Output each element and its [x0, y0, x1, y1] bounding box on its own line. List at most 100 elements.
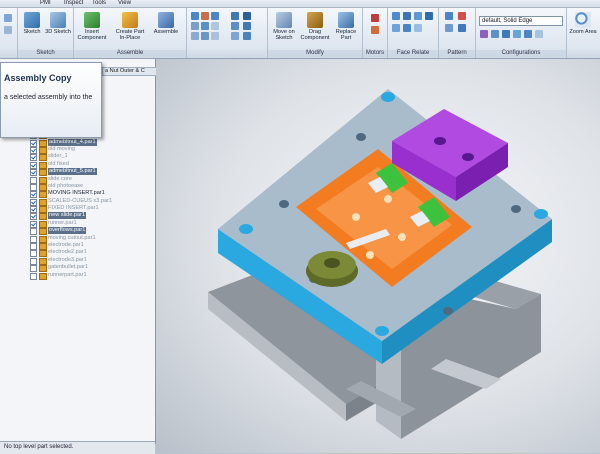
graphics-viewport[interactable] [156, 59, 600, 453]
menu-tools[interactable]: Tools [92, 0, 106, 7]
tree-item[interactable]: MOVING INSERT.par1 [30, 190, 155, 199]
status-bar: No top level part selected. [0, 441, 155, 454]
ribbon-group-leftcut [0, 8, 18, 58]
tree-item-checkbox[interactable] [30, 272, 37, 280]
menu-view[interactable]: View [118, 0, 131, 7]
configuration-combo[interactable]: default, Solid Edge [479, 16, 563, 26]
motor-icon[interactable] [371, 14, 379, 22]
plate-pocket-5 [443, 307, 453, 315]
pattern-icon-4[interactable] [458, 24, 466, 32]
sketch-button[interactable]: Sketch [20, 12, 44, 35]
tree-item[interactable]: SCALED-CUEUS x3.par1 [30, 197, 155, 206]
constraint-icon-2[interactable] [201, 12, 209, 20]
relate-icon-1[interactable] [231, 12, 239, 20]
tree-item-label: runnerpart.par1 [48, 271, 87, 278]
constraint-icon-4[interactable] [191, 22, 199, 30]
plate-hole-2 [381, 92, 395, 102]
ribbon-group-face-relate: Face Relate [388, 8, 439, 58]
face-relate-icon-1[interactable] [392, 12, 400, 20]
tree-item[interactable]: admebltnut_4.par1 [30, 138, 155, 147]
pattern-icon-1[interactable] [445, 12, 453, 20]
tree-item[interactable]: electrode.par1 [30, 242, 155, 251]
constraint-icon-8[interactable] [201, 32, 209, 40]
menu-pmi[interactable]: PMI [40, 0, 51, 7]
tree-item[interactable]: old moving [30, 146, 155, 154]
document-tab[interactable]: a Nut Outer & C [102, 67, 159, 76]
face-relate-icon-3[interactable] [414, 12, 422, 20]
replace-part-button[interactable]: Replace Part [332, 12, 360, 41]
tree-item[interactable]: FIXED INSERT.par1 [30, 205, 155, 214]
drag-component-icon [307, 12, 323, 28]
move-on-sketch-button[interactable]: Move on Sketch [270, 12, 298, 41]
constraint-icon-5[interactable] [201, 22, 209, 30]
ribbon-group-zoom: Zoom Area [567, 8, 600, 58]
pattern-icon-3[interactable] [445, 24, 453, 32]
select-icon[interactable] [4, 14, 12, 22]
face-relate-icon-2[interactable] [403, 12, 411, 20]
3d-sketch-button[interactable]: 3D Sketch [45, 12, 71, 35]
plate-pocket-3 [356, 133, 366, 141]
tree-item[interactable]: electrode3.par1 [30, 256, 155, 265]
tree-item[interactable]: old photoease [30, 183, 155, 191]
tree-item-label: new slide.par1 [48, 212, 87, 220]
clamp-hole-1 [434, 137, 446, 145]
constraint-icon-1[interactable] [191, 12, 199, 20]
face-relate-icon-4[interactable] [425, 12, 433, 20]
zoom-area-button[interactable]: Zoom Area [569, 12, 597, 35]
tree-item[interactable]: slide core [30, 176, 155, 184]
tooltip-title: Assembly Copy [4, 73, 72, 83]
relate-icon-3[interactable] [231, 22, 239, 30]
config-icon-2[interactable] [491, 30, 499, 38]
menu-inspect[interactable]: Inspect [64, 0, 83, 7]
replace-part-icon [338, 12, 354, 28]
drag-component-label: Drag Component [300, 29, 330, 41]
face-relate-icon-5[interactable] [392, 24, 400, 32]
tree-item[interactable]: new slide.par1 [30, 212, 155, 221]
plane-icon[interactable] [4, 26, 12, 34]
relate-icon-2[interactable] [243, 12, 251, 20]
relate-icon-6[interactable] [243, 32, 251, 40]
tree-item[interactable]: gatenbullet.par1 [30, 264, 155, 273]
configurations-group-label: Configurations [476, 50, 566, 57]
plate-hole-3 [534, 209, 548, 219]
config-icon-4[interactable] [513, 30, 521, 38]
config-icon-5[interactable] [524, 30, 532, 38]
tree-item[interactable]: slider_1 [30, 153, 155, 162]
tree-item[interactable]: moving cutout.par1 [30, 235, 155, 243]
face-relate-icon-6[interactable] [403, 24, 411, 32]
tree-item[interactable]: runnerpart.par1 [30, 271, 155, 280]
insert-component-label: Insert Component [77, 29, 107, 41]
cavity-pin-2 [384, 195, 392, 203]
constraint-icon-6[interactable] [211, 22, 219, 30]
tree-item[interactable]: runner.par1 [30, 220, 155, 228]
tree-item-label: SCALED-CUEUS x3.par1 [48, 197, 113, 204]
constraint-icon-9[interactable] [211, 32, 219, 40]
cavity-pin-1 [352, 213, 360, 221]
config-icon-1[interactable] [480, 30, 488, 38]
tree-item[interactable]: old fixed [30, 161, 155, 169]
assembly-copy-tooltip: Assembly Copy a selected assembly into t… [0, 62, 102, 138]
assemble-label: Assemble [153, 29, 179, 35]
constraint-icon-3[interactable] [211, 12, 219, 20]
config-icon-3[interactable] [502, 30, 510, 38]
tree-item[interactable]: electrode2.par1 [30, 249, 155, 258]
assemble-button[interactable]: Assemble [151, 12, 181, 35]
drag-component-button[interactable]: Drag Component [299, 12, 331, 41]
tree-item[interactable]: overflows.par1 [30, 227, 155, 236]
tree-item-label: electrode3.par1 [48, 256, 87, 263]
create-part-icon [122, 12, 138, 28]
pattern-icon-2[interactable] [458, 12, 466, 20]
motor-icon-2[interactable] [371, 26, 379, 34]
create-part-in-place-button[interactable]: Create Part In-Place [112, 12, 148, 41]
relate-icon-5[interactable] [231, 32, 239, 40]
tree-item[interactable]: admebltnut_5.par1 [30, 168, 155, 177]
constraint-icon-7[interactable] [191, 32, 199, 40]
config-icon-6[interactable] [535, 30, 543, 38]
mold-assembly-model[interactable] [156, 59, 600, 453]
plate-pocket-1 [279, 200, 289, 208]
relate-icon-4[interactable] [243, 22, 251, 30]
clamp-hole-2 [462, 153, 474, 161]
insert-component-button[interactable]: Insert Component [76, 12, 108, 41]
tree-item-label: admebltnut_5.par1 [48, 168, 97, 176]
face-relate-icon-7[interactable] [414, 24, 422, 32]
